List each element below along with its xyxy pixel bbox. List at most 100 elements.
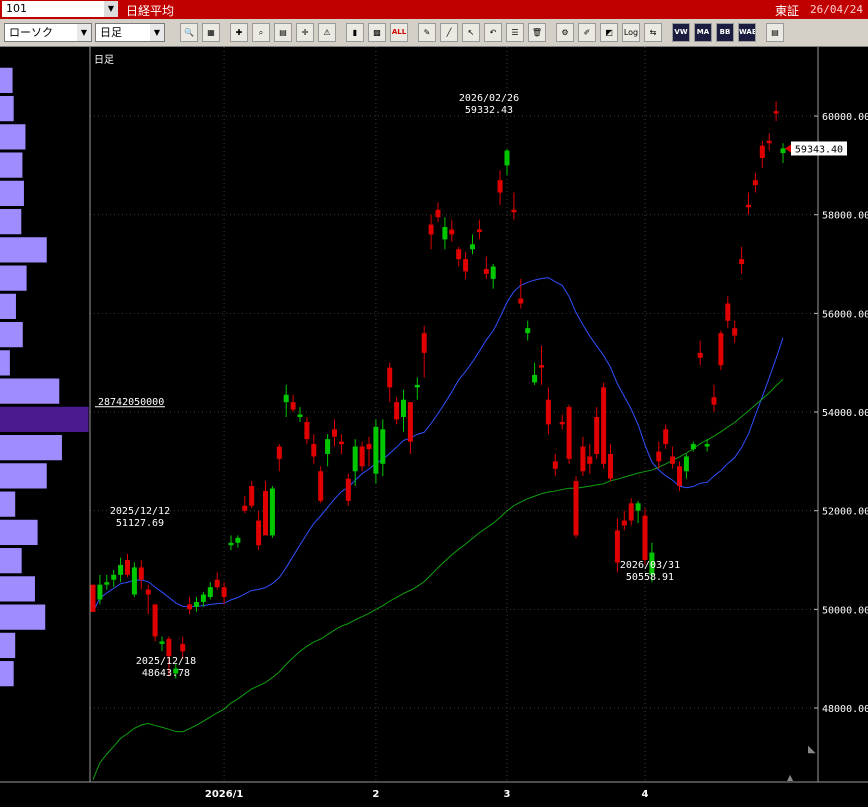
cursor-icon[interactable]: ↖ [462, 23, 480, 42]
layout-icon[interactable]: ▤ [766, 23, 784, 42]
candle-up [525, 328, 531, 334]
annotation-date: 2026/03/31 [620, 560, 680, 571]
vwap-icon[interactable]: VW [672, 23, 690, 42]
ma-icon[interactable]: MA [694, 23, 712, 42]
chevron-down-icon[interactable]: ▼ [150, 24, 164, 41]
candle-down [304, 421, 310, 440]
y-tick-label: 56000.00 [822, 309, 868, 320]
grid-icon[interactable]: ▩ [368, 23, 386, 42]
candle-down [552, 461, 558, 469]
period-select[interactable]: 日足 ▼ [95, 23, 165, 42]
candle-down [545, 399, 551, 425]
symbol-code-input[interactable]: 101 ▼ [2, 1, 118, 17]
price-chart[interactable]: 28742050000 60000.00 58000.00 56000.00 5400… [0, 47, 868, 807]
candle-down [332, 429, 337, 437]
index-name: 日経平均 [126, 4, 175, 18]
candle-up [228, 542, 234, 546]
candle-down [601, 387, 607, 464]
candle-down [711, 397, 717, 405]
bb-icon[interactable]: BB [716, 23, 734, 42]
list-icon[interactable]: ☰ [506, 23, 524, 42]
chevron-down-icon[interactable]: ▼ [104, 1, 118, 17]
candle-down [677, 466, 682, 487]
window-icon[interactable]: ▦ [202, 23, 220, 42]
volume-profile-bar [0, 378, 60, 404]
candle-down [387, 367, 393, 388]
candle-down [573, 481, 579, 536]
undo-icon[interactable]: ↶ [484, 23, 502, 42]
candle-down [166, 638, 172, 657]
x-tick-label: 2 [372, 789, 379, 800]
candle-down [187, 604, 193, 610]
volume-profile-bar [0, 435, 62, 461]
search-icon[interactable]: ⌕ [252, 23, 270, 42]
candle-icon[interactable]: ▮ [346, 23, 364, 42]
zoom-icon[interactable]: 🔍 [180, 23, 198, 42]
line-tool-icon[interactable]: ╱ [440, 23, 458, 42]
candle-down [366, 444, 372, 450]
candle-down [752, 180, 758, 186]
candle-down [276, 446, 282, 459]
volume-profile-peak [0, 406, 89, 433]
volume-profile-bar [0, 661, 14, 687]
log-icon[interactable]: Log [622, 23, 640, 42]
candle-up [414, 384, 420, 388]
candle-down [476, 229, 482, 232]
candle-down [718, 333, 724, 366]
volume-peak-label: 28742050000 [98, 397, 164, 408]
candle-up [490, 266, 496, 279]
candle-up [401, 399, 406, 417]
chart-type-select[interactable]: ローソク ▼ [4, 23, 92, 42]
candle-down [697, 352, 703, 358]
chart-add-icon[interactable]: ✚ [230, 23, 248, 42]
candle-up [704, 444, 710, 447]
volume-profile-bar [0, 293, 16, 319]
candle-down [483, 268, 489, 274]
annotation-price: 50558.91 [626, 572, 674, 583]
candle-down [656, 451, 662, 462]
candle-down [345, 478, 351, 501]
candle-up [111, 574, 117, 580]
trade-date: 26/04/24 [810, 3, 863, 16]
volume-profile-bar [0, 604, 46, 630]
volume-profile-bar [0, 237, 47, 263]
candle-up [194, 601, 199, 607]
candle-down [421, 333, 427, 353]
annotation-price: 59332.43 [465, 105, 513, 116]
table-icon[interactable]: ▤ [274, 23, 292, 42]
candle-up [373, 426, 379, 474]
color-icon[interactable]: ◩ [600, 23, 618, 42]
pen-icon[interactable]: ✎ [418, 23, 436, 42]
volume-profile-bar [0, 463, 47, 489]
candle-down [539, 365, 544, 368]
candle-down [642, 515, 648, 561]
candle-up [683, 456, 689, 472]
settings-icon[interactable]: ⚙ [556, 23, 574, 42]
candle-up [269, 488, 275, 536]
x-tick-label: 3 [504, 789, 511, 800]
candle-down [125, 560, 130, 575]
candle-down [90, 584, 96, 612]
trash-icon[interactable]: 🗑 [528, 23, 546, 42]
candle-down [138, 567, 144, 580]
candle-up [104, 582, 110, 585]
candle-up [380, 429, 386, 464]
crosshair-icon[interactable]: ✛ [296, 23, 314, 42]
candle-down [663, 429, 669, 445]
y-tick-label: 48000.00 [822, 704, 868, 715]
warning-icon[interactable]: ⚠ [318, 23, 336, 42]
x-tick-label: 4 [642, 789, 649, 800]
candle-down [559, 421, 565, 425]
candle-down [263, 490, 268, 536]
chevron-down-icon[interactable]: ▼ [77, 24, 91, 41]
all-icon[interactable]: ALL [390, 23, 408, 42]
compare-icon[interactable]: ⇆ [644, 23, 662, 42]
candle-down [394, 402, 400, 420]
volume-profile-bar [0, 180, 24, 206]
candle-down [290, 402, 296, 410]
volume-profile-bar [0, 265, 27, 291]
edit-icon[interactable]: ✐ [578, 23, 596, 42]
symbol-code-value: 101 [6, 2, 27, 15]
vwave-icon[interactable]: WAE [738, 23, 756, 42]
candle-down [766, 140, 772, 144]
